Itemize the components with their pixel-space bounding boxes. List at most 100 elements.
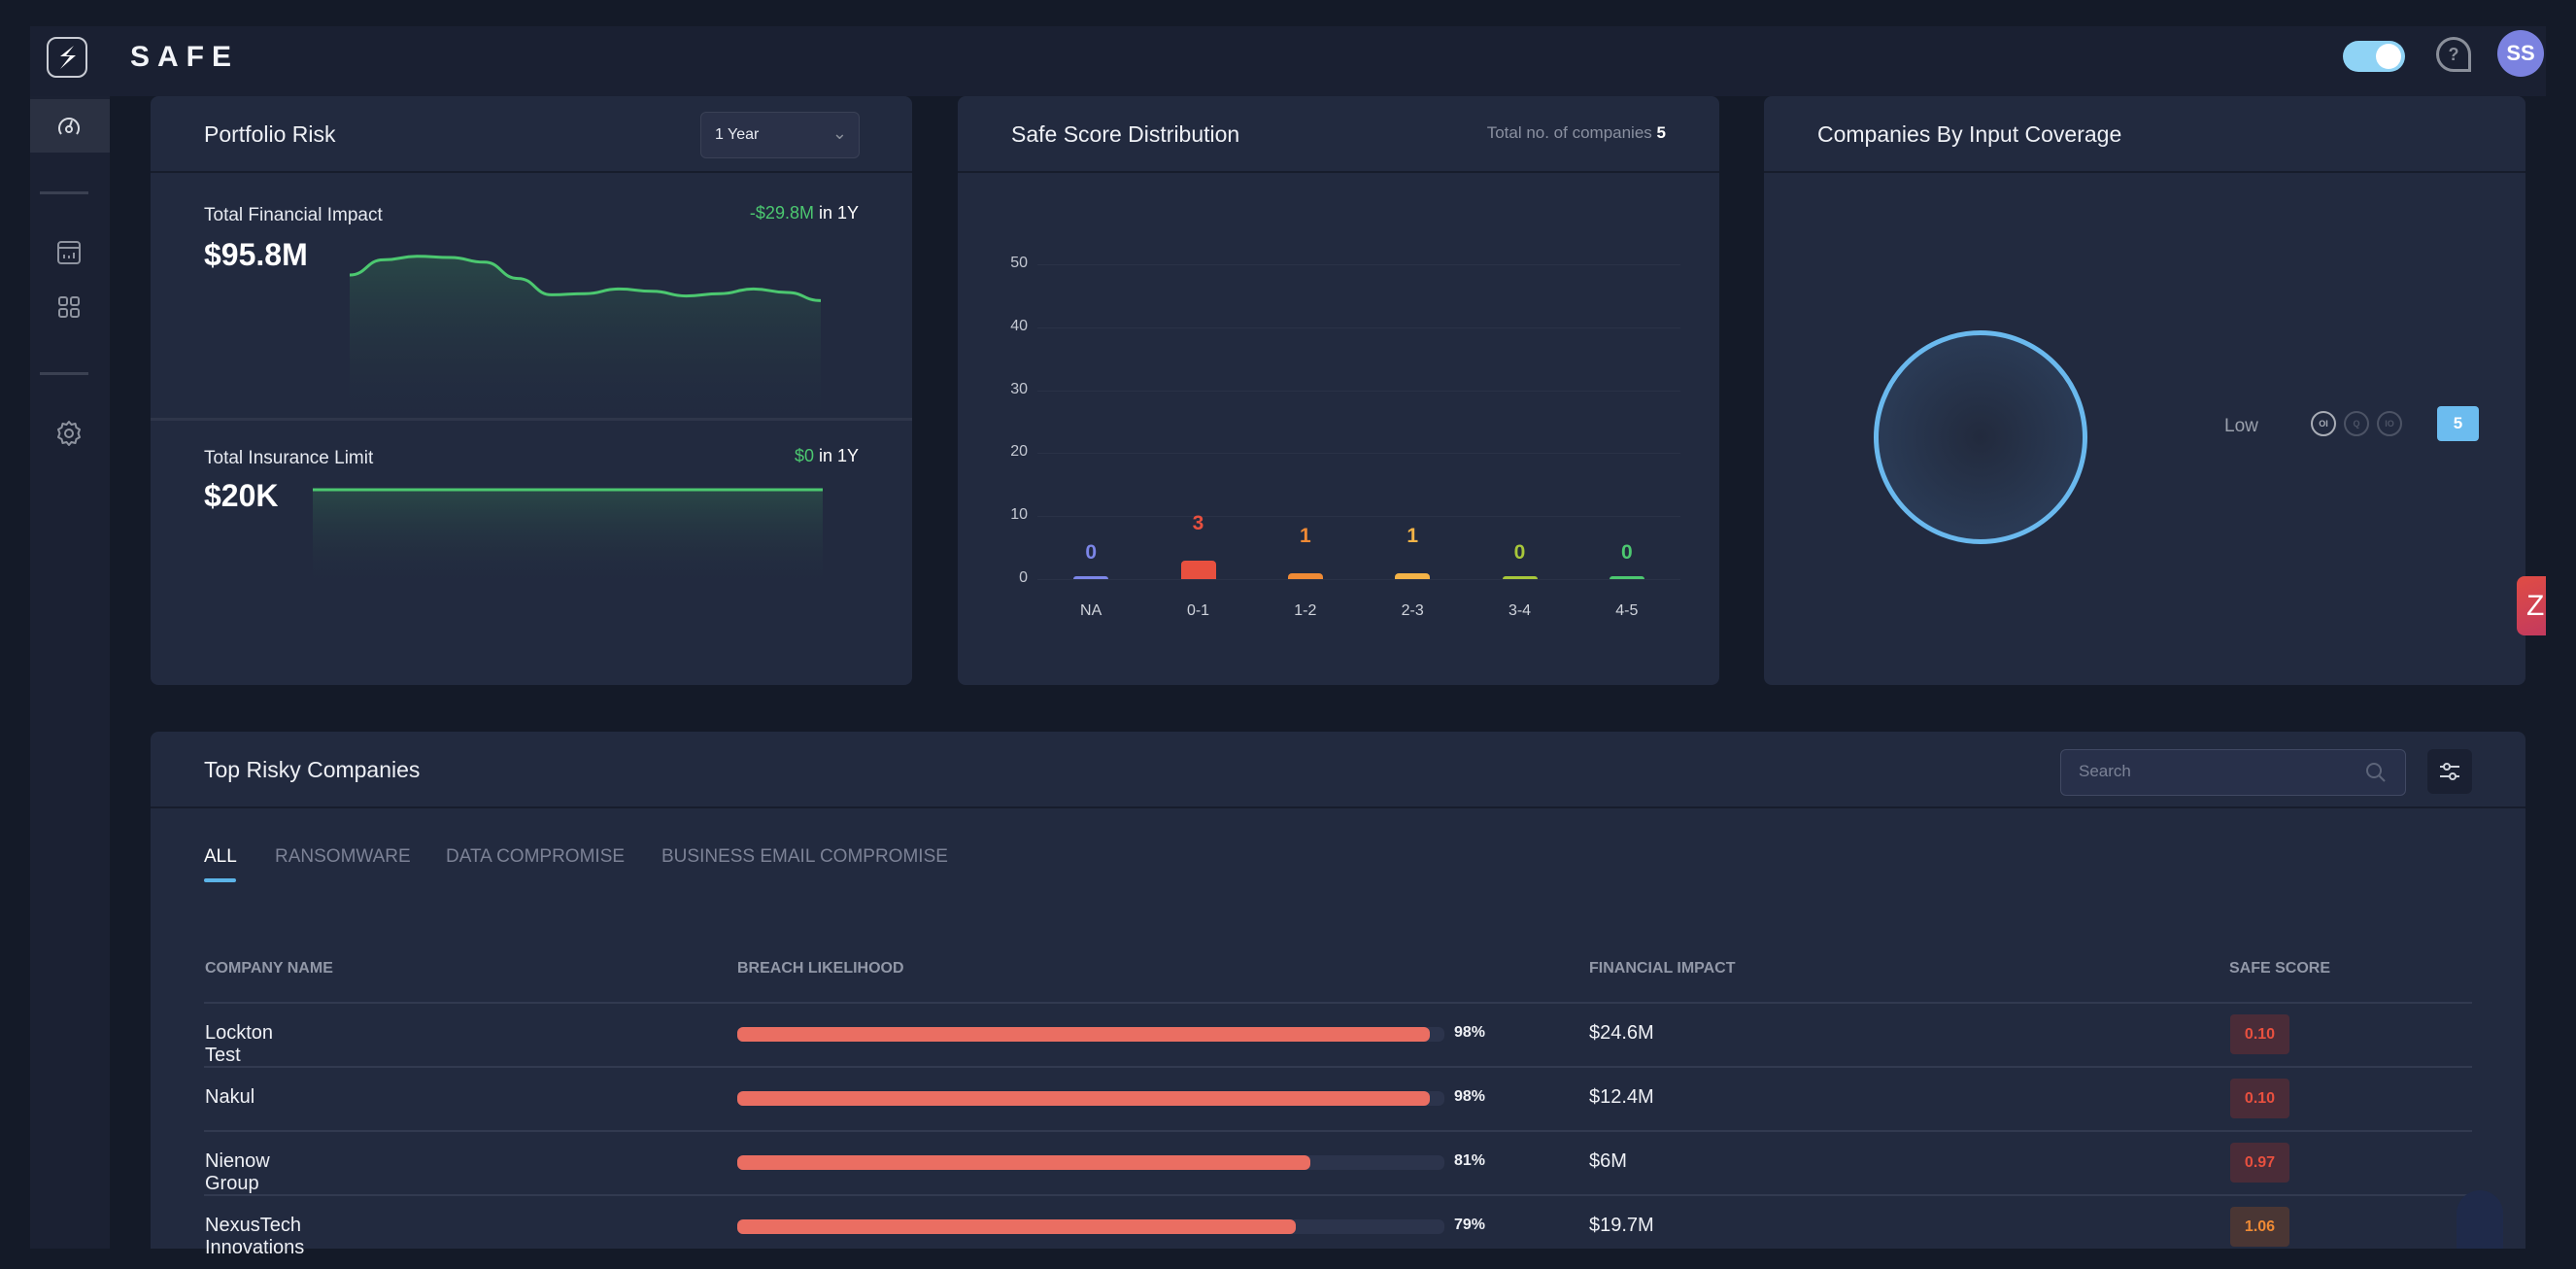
top-bar [30,26,2546,96]
input-coverage-card: Companies By Input Coverage Low OI Q IO … [1764,96,2525,685]
toggle-knob [2376,44,2401,69]
active-tab-indicator [204,878,236,882]
bar-3-4[interactable] [1502,576,1538,579]
tab-data-compromise[interactable]: DATA COMPROMISE [446,846,625,868]
y-tick-label: 0 [1019,569,1028,586]
y-tick-label: 10 [1010,506,1028,524]
grid-line [1037,264,1680,265]
tab-business-email-compromise[interactable]: BUSINESS EMAIL COMPROMISE [661,846,948,868]
column-header-financial-impact[interactable]: FINANCIAL IMPACT [1589,960,1736,977]
card-title: Top Risky Companies [204,757,421,782]
card-title: Portfolio Risk [204,121,336,147]
column-header-breach-likelihood[interactable]: BREACH LIKELIHOOD [737,960,904,977]
calendar-chart-icon [57,241,81,264]
sidebar-divider [40,191,88,194]
financial-impact-value: $95.8M [204,237,308,272]
grid-line [1037,579,1680,580]
avatar[interactable]: SS [2497,30,2544,77]
source-oi-icon: OI [2311,411,2336,436]
logo[interactable] [47,37,87,78]
financial-impact-value: $19.7M [1589,1215,1654,1236]
x-tick-label: 2-3 [1401,602,1424,619]
chat-button[interactable] [2457,1190,2503,1249]
safe-score-badge: 1.06 [2230,1207,2289,1247]
bar-value-label: 0 [1085,541,1097,564]
bar-value-label: 0 [1513,541,1526,564]
sidebar-item-settings[interactable] [54,419,84,448]
grid-line [1037,453,1680,455]
section-divider [151,418,912,421]
company-name[interactable]: Lockton Test [205,1022,273,1067]
theme-toggle[interactable] [2343,41,2405,72]
card-title: Companies By Input Coverage [1817,121,2122,147]
sidebar [30,96,110,1249]
tab-all[interactable]: ALL [204,846,237,868]
breach-likelihood-value: 98% [1454,1024,1486,1041]
search-input[interactable] [2079,762,2351,781]
y-tick-label: 50 [1010,255,1028,271]
breach-likelihood-value: 98% [1454,1088,1486,1105]
bar-NA[interactable] [1073,576,1109,579]
breach-likelihood-bar [737,1091,1444,1106]
breach-likelihood-fill [737,1091,1431,1106]
insurance-limit-value: $20K [204,478,279,513]
column-header-safe-score[interactable]: SAFE SCORE [2229,960,2330,977]
sidebar-item-apps[interactable] [54,292,84,322]
breach-likelihood-bar [737,1027,1444,1042]
x-tick-label: 4-5 [1615,602,1639,619]
row-divider [204,1194,2472,1196]
financial-impact-value: $6M [1589,1150,1627,1172]
safe-score-badge: 0.97 [2230,1143,2289,1183]
grid-line [1037,326,1680,328]
tab-ransomware[interactable]: RANSOMWARE [275,846,411,868]
coverage-legend-label: Low [2224,416,2258,436]
filter-button[interactable] [2427,749,2472,794]
grid-icon [58,296,80,318]
company-name[interactable]: Nienow Group [205,1150,270,1195]
period-select[interactable]: 1 Year ⌄ [700,112,860,158]
x-tick-label: NA [1080,602,1102,619]
insurance-limit-sparkline [313,488,823,592]
breach-likelihood-bar [737,1219,1444,1234]
bar-2-3[interactable] [1395,572,1431,579]
breach-likelihood-value: 81% [1454,1152,1486,1169]
help-icon[interactable]: ? [2436,37,2471,72]
bar-0-1[interactable] [1180,560,1216,579]
breach-likelihood-fill [737,1219,1297,1234]
top-risky-card: Top Risky Companies [151,732,2525,1249]
x-tick-label: 3-4 [1508,602,1532,619]
safe-score-card: Safe Score Distribution Total no. of com… [958,96,1719,685]
row-divider [204,1130,2472,1132]
breach-likelihood-fill [737,1155,1310,1170]
sparkline-area [350,256,821,436]
chevron-down-icon: ⌄ [831,123,847,143]
financial-impact-value: $12.4M [1589,1086,1654,1108]
source-q-icon: Q [2344,411,2369,436]
feedback-side-tab[interactable]: Z [2517,576,2546,635]
y-tick-label: 30 [1010,380,1028,397]
company-name[interactable]: NexusTech Innovations [205,1215,304,1259]
financial-impact-value: $24.6M [1589,1022,1654,1044]
bar-1-2[interactable] [1287,572,1323,579]
bar-value-label: 1 [1407,524,1418,547]
bar-4-5[interactable] [1609,576,1644,579]
company-name[interactable]: Nakul [205,1086,254,1109]
search-field[interactable] [2060,749,2406,796]
column-header-company-name[interactable]: COMPANY NAME [205,960,333,977]
safe-score-badge: 0.10 [2230,1014,2289,1054]
breach-likelihood-bar [737,1155,1444,1170]
source-io-icon: IO [2377,411,2402,436]
safe-score-badge: 0.10 [2230,1079,2289,1118]
grid-line [1037,516,1680,518]
sidebar-item-reports[interactable] [54,238,84,267]
breach-likelihood-fill [737,1027,1431,1042]
x-tick-label: 1-2 [1294,602,1317,619]
search-icon [2366,763,2386,782]
bar-value-label: 0 [1620,541,1633,564]
sparkline-area [313,490,823,592]
gauge-icon [54,112,84,141]
lightning-logo-icon [60,46,76,69]
coverage-bubble[interactable] [1874,330,2087,544]
coverage-count-badge: 5 [2437,406,2479,441]
delta-suffix: in 1Y [813,446,859,465]
